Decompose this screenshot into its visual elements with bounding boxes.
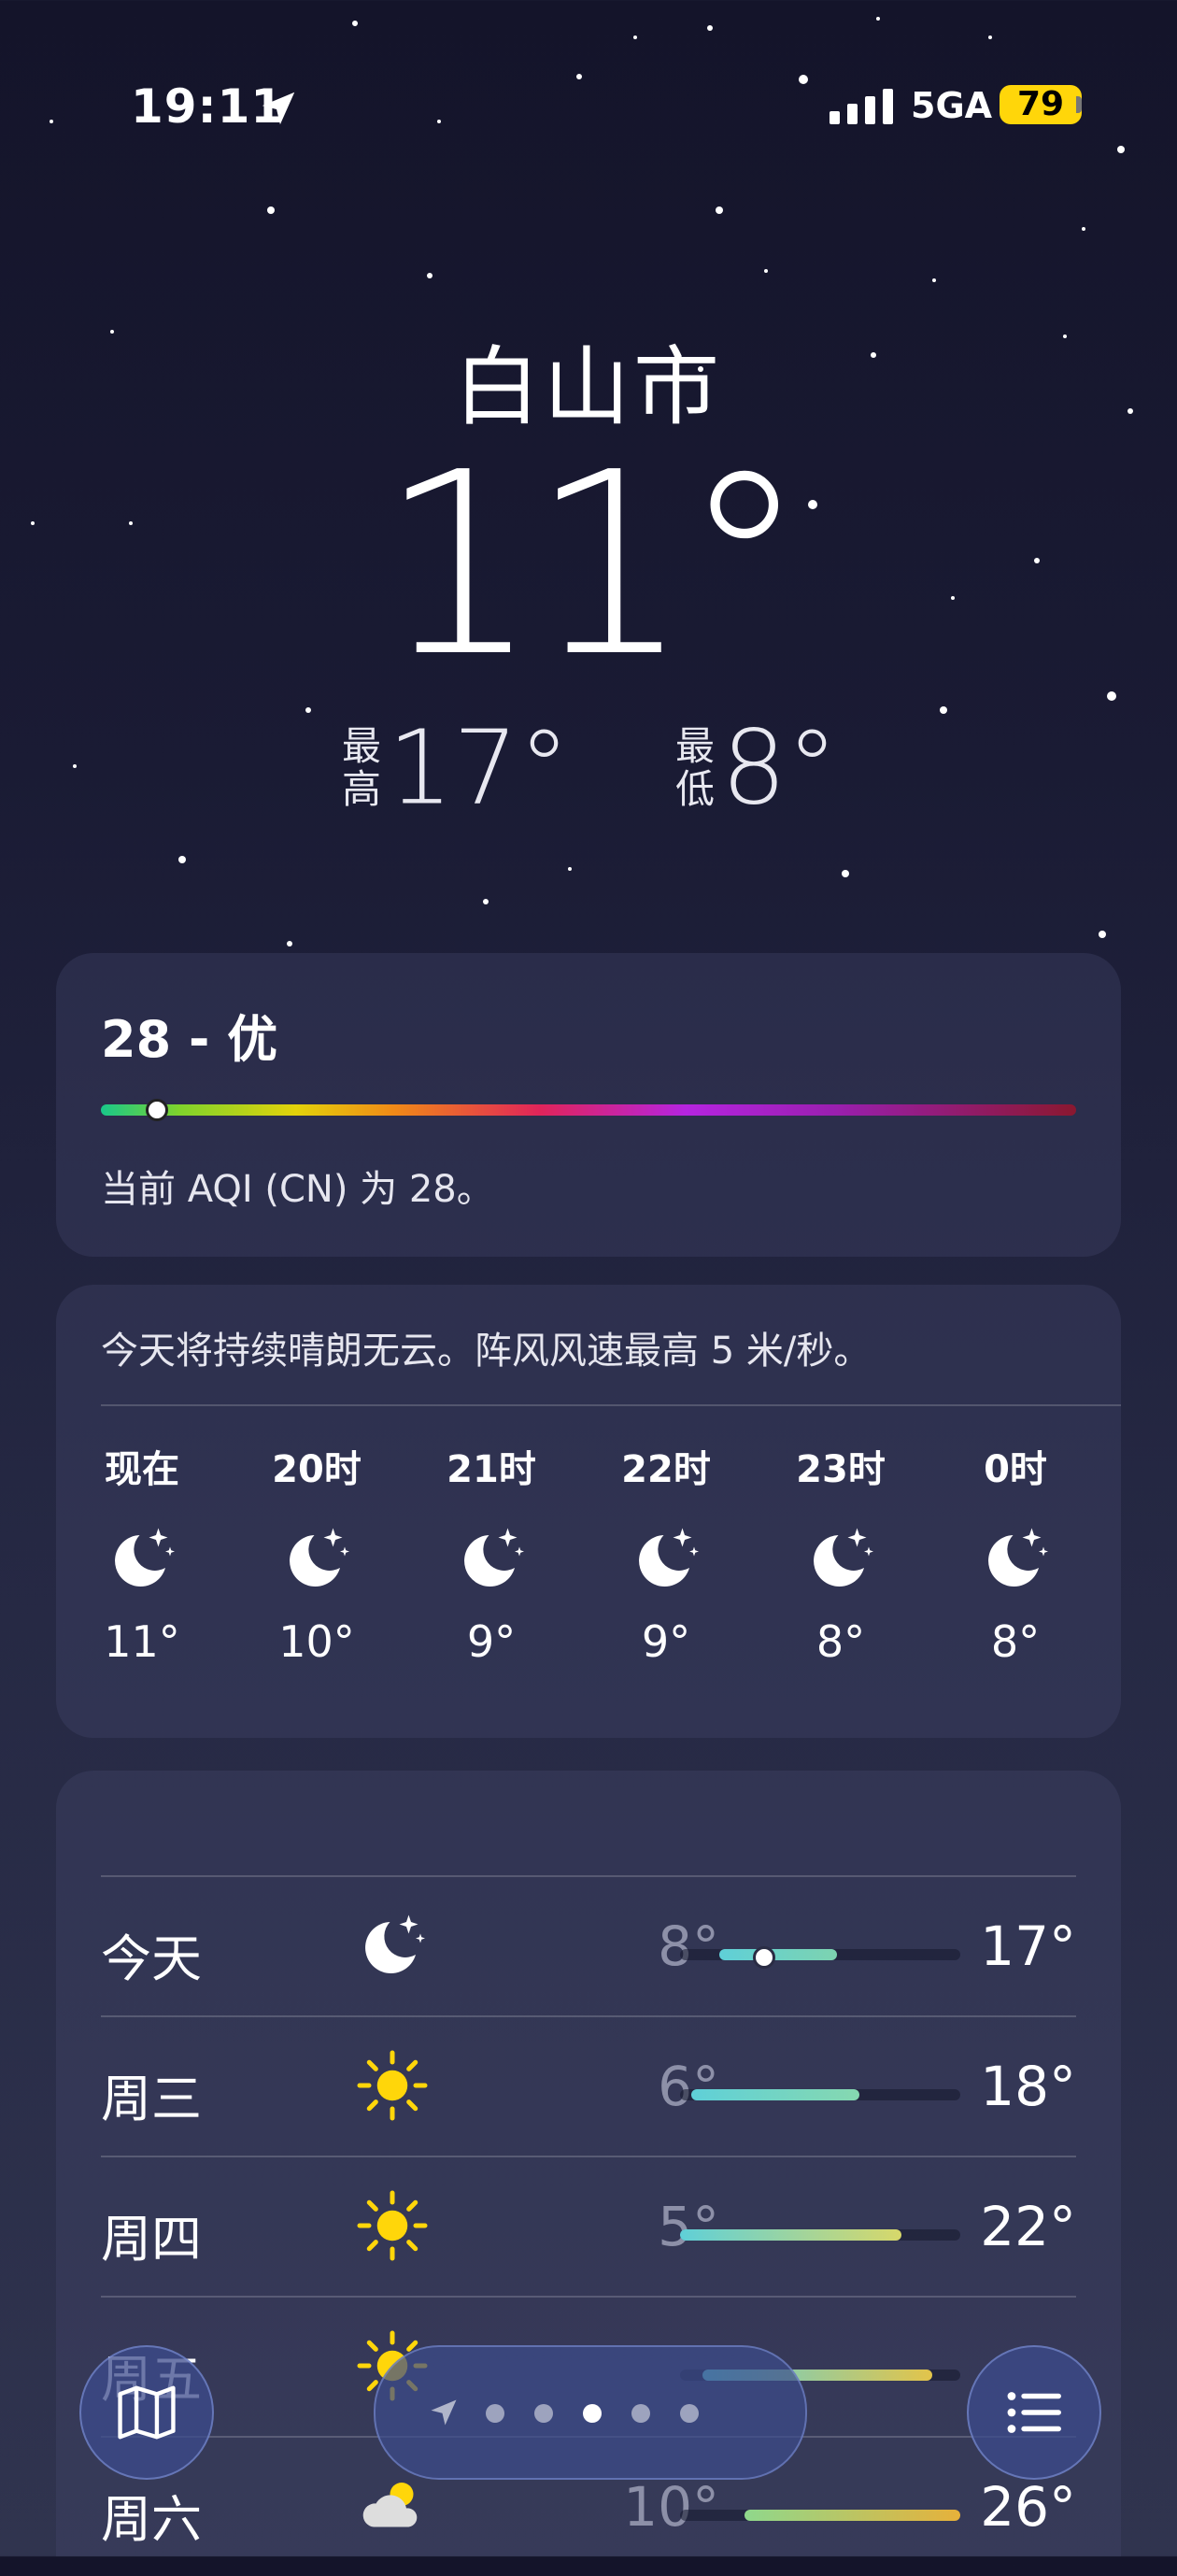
aqi-level-marker [146,1099,169,1121]
aqi-gradient-bar [101,1104,1076,1116]
day-low-temp: 8° [658,1914,719,1978]
aqi-description: 当前 AQI (CN) 为 28。 [101,1168,494,1211]
network-type: 5GA [911,85,993,126]
divider [101,1404,1121,1406]
hourly-summary: 今天将持续晴朗无云。阵风风速最高 5 米/秒。 [101,1330,872,1373]
hour-label: 23时 [796,1448,886,1491]
page-dot[interactable] [534,2404,553,2423]
air-quality-card[interactable]: 28 - 优 当前 AQI (CN) 为 28。 [56,953,1121,1257]
location-arrow-icon [431,2399,457,2426]
day-name: 周六 [101,2490,202,2549]
day-name: 周三 [101,2070,202,2128]
hour-label: 现在 [105,1448,179,1491]
hour-column: 现在 11° [63,1439,221,1667]
moon-stars-icon [629,1521,703,1596]
moon-stars-icon [105,1521,179,1596]
high-label: 最高 [342,722,382,812]
hour-temp: 9° [641,1616,691,1667]
cellular-signal-icon [830,89,893,124]
partly-cloudy-icon [355,2469,430,2543]
hour-temp: 8° [990,1616,1041,1667]
list-icon [1007,2392,1061,2433]
hour-column: 21时 9° [412,1439,571,1667]
day-low-temp: 10° [623,2475,719,2539]
hour-label: 21时 [447,1448,536,1491]
day-high-temp: 26° [980,2475,1076,2539]
temp-range-fill [744,2510,960,2521]
hourly-forecast-card[interactable]: 今天将持续晴朗无云。阵风风速最高 5 米/秒。 现在 11° 20时 10° 21时… [56,1285,1121,1738]
hour-column: 0时 8° [936,1439,1095,1667]
daily-row[interactable]: 今天 8° 17° [56,1875,1121,2015]
page-indicator[interactable] [374,2345,807,2480]
daily-row[interactable]: 周四 5° 22° [56,2156,1121,2296]
hour-label: 20时 [272,1448,362,1491]
battery-indicator: 79 [1000,85,1082,124]
day-name: 今天 [101,1929,202,1988]
battery-tip [1076,96,1082,113]
high-temp: 17° [388,707,571,828]
moon-stars-icon [978,1521,1053,1596]
day-name: 周四 [101,2210,202,2269]
sun-icon [355,2188,430,2263]
day-high-temp: 17° [980,1914,1076,1978]
page-dot[interactable] [583,2404,602,2423]
map-icon [118,2385,176,2440]
hour-column: 23时 8° [761,1439,920,1667]
low-temp: 8° [720,707,838,828]
sun-icon [355,2048,430,2123]
moon-stars-icon [355,1908,430,1983]
hour-column: 22时 9° [587,1439,745,1667]
current-temperature: 11° [378,418,808,712]
day-high-temp: 18° [980,2055,1076,2118]
aqi-title: 28 - 优 [101,1010,278,1069]
temp-range-fill [680,2229,901,2241]
moon-stars-icon [454,1521,529,1596]
day-high-temp: 22° [980,2195,1076,2258]
moon-stars-icon [279,1521,354,1596]
daily-row[interactable]: 周三 6° 18° [56,2015,1121,2156]
current-temp-marker [753,1946,775,1969]
hour-temp: 8° [815,1616,866,1667]
page-dot[interactable] [680,2404,699,2423]
temp-range-fill [719,1949,837,1960]
moon-stars-icon [803,1521,878,1596]
city-list-button[interactable] [967,2345,1101,2480]
day-low-temp: 5° [658,2195,719,2258]
hour-label: 0时 [984,1448,1047,1491]
page-dot[interactable] [631,2404,650,2423]
day-low-temp: 6° [658,2055,719,2118]
hour-temp: 11° [104,1616,180,1667]
high-low-temperature: 最高17° 最低8° [0,701,1177,828]
map-button[interactable] [79,2345,214,2480]
temp-range-fill [691,2089,859,2100]
low-label: 最低 [674,722,715,812]
hour-column: 20时 10° [237,1439,396,1667]
hour-temp: 9° [466,1616,517,1667]
location-arrow-icon [262,92,295,125]
page-dot[interactable] [486,2404,504,2423]
hour-label: 22时 [621,1448,711,1491]
hour-temp: 10° [278,1616,355,1667]
status-bar: 19:11 5GA 79 [0,79,1177,135]
